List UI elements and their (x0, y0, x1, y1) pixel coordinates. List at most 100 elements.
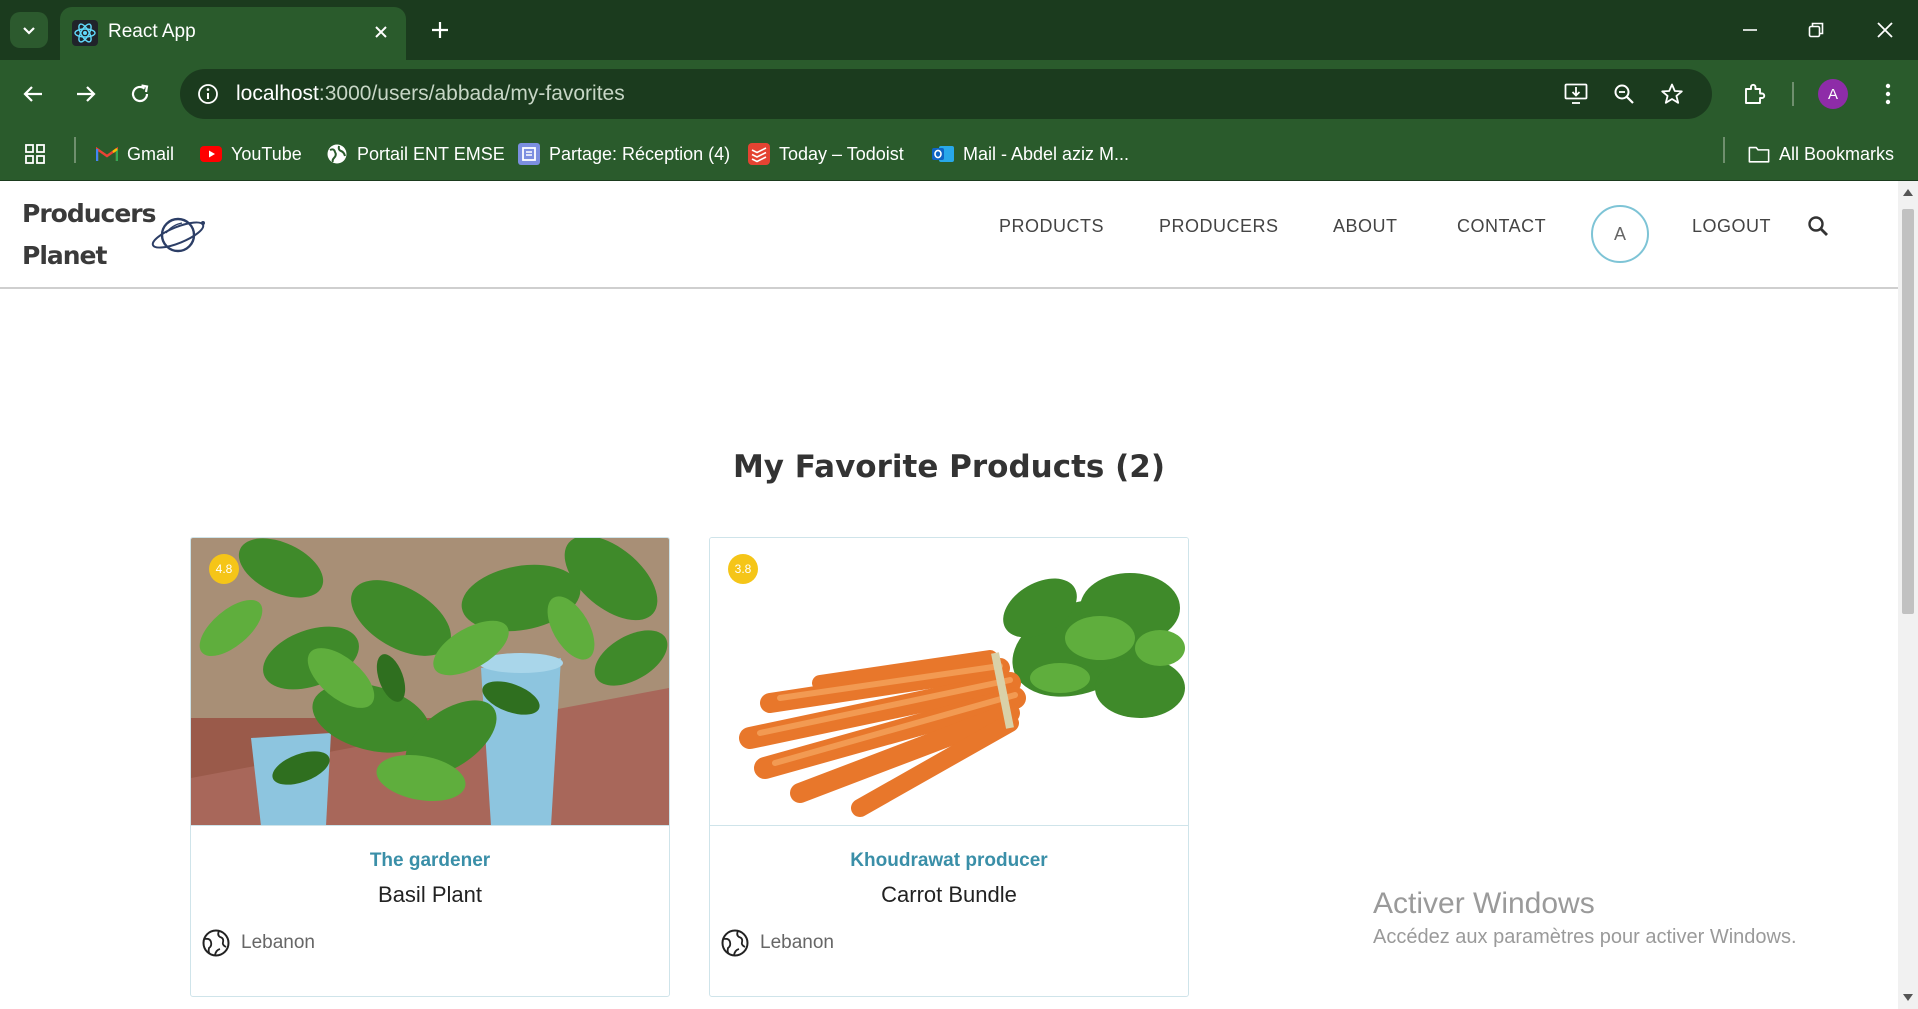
bookmark-label: Mail - Abdel aziz M... (963, 143, 1130, 164)
bookmark-youtube[interactable]: YouTube (200, 138, 302, 170)
youtube-icon (200, 143, 222, 165)
browser-toolbar: localhost:3000/users/abbada/my-favorites… (0, 60, 1918, 128)
location-text: Lebanon (760, 932, 834, 953)
product-name: Basil Plant (378, 882, 482, 907)
url-path: :3000/users/abbada/my-favorites (318, 82, 625, 105)
arrow-right-icon (77, 86, 96, 102)
menu-button[interactable] (1868, 74, 1908, 114)
url-text: localhost:3000/users/abbada/my-favorites (236, 82, 625, 106)
apps-button[interactable] (24, 138, 46, 170)
restore-icon (1808, 22, 1824, 38)
bookmarks-separator (1723, 137, 1725, 163)
gmail-icon (96, 143, 118, 165)
basil-plant-image (191, 538, 669, 825)
search-icon (1808, 216, 1828, 236)
bookmark-todoist[interactable]: Today – Todoist (748, 138, 904, 170)
plus-icon (432, 22, 448, 38)
planet-logo-icon (151, 217, 205, 253)
scrollbar-thumb[interactable] (1902, 209, 1914, 614)
nav-producers[interactable]: PRODUCERS (1159, 216, 1279, 237)
close-icon (375, 26, 387, 38)
product-card[interactable]: 4.8 The gardener Basil Plant Lebanon (190, 537, 670, 997)
windows-activation-subtitle: Accédez aux paramètres pour activer Wind… (1373, 926, 1797, 948)
minimize-icon (1743, 29, 1757, 31)
windows-activation-title: Activer Windows (1373, 887, 1595, 920)
rating-badge: 4.8 (209, 554, 239, 584)
new-tab-button[interactable] (424, 14, 456, 46)
globe-icon (326, 143, 348, 165)
star-icon (1661, 83, 1683, 104)
folder-icon (1748, 143, 1770, 165)
puzzle-icon (1745, 83, 1766, 104)
all-bookmarks-button[interactable]: All Bookmarks (1748, 138, 1894, 170)
close-icon (1877, 22, 1893, 38)
user-avatar[interactable]: A (1591, 205, 1649, 263)
site-logo-text[interactable]: Producers Planet (22, 193, 157, 277)
bookmark-label: Gmail (127, 143, 175, 164)
reload-icon (131, 84, 149, 103)
tab-react-app[interactable]: React App (60, 7, 406, 60)
install-icon (1564, 83, 1588, 104)
earth-icon (202, 929, 230, 957)
bookmark-label: Today – Todoist (779, 143, 904, 164)
install-app-button[interactable] (1560, 78, 1592, 110)
bookmark-star-button[interactable] (1656, 78, 1688, 110)
url-host: localhost (236, 82, 319, 105)
bookmark-outlook-mail[interactable]: Mail - Abdel aziz M... (932, 138, 1129, 170)
producer-link[interactable]: The gardener (191, 850, 669, 872)
extensions-button[interactable] (1734, 74, 1774, 114)
profile-avatar[interactable]: A (1818, 79, 1848, 109)
tab-close-button[interactable] (368, 19, 394, 45)
nav-logout[interactable]: LOGOUT (1692, 216, 1771, 237)
carrot-bundle-image (710, 538, 1188, 825)
bookmark-label: YouTube (231, 143, 302, 164)
product-image-basil[interactable]: 4.8 (191, 538, 669, 826)
location-text: Lebanon (241, 932, 315, 953)
partage-icon (518, 143, 540, 165)
restore-button[interactable] (1796, 10, 1836, 50)
product-card[interactable]: 3.8 Khoudrawat producer Carrot Bundle Le… (709, 537, 1189, 997)
product-name: Carrot Bundle (881, 882, 1017, 907)
info-icon (198, 84, 218, 104)
logo-line-2: Planet (22, 241, 107, 270)
scroll-up-arrow-icon[interactable] (1903, 189, 1913, 196)
more-vertical-icon (1885, 83, 1891, 105)
forward-button[interactable] (66, 74, 106, 114)
bookmark-gmail[interactable]: Gmail (96, 138, 174, 170)
producer-link[interactable]: Khoudrawat producer (710, 850, 1188, 872)
minimize-button[interactable] (1730, 10, 1770, 50)
tab-strip: React App (0, 0, 1918, 60)
product-image-carrot[interactable]: 3.8 (710, 538, 1188, 826)
bookmark-portail-ent[interactable]: Portail ENT EMSE (326, 138, 505, 170)
outlook-icon (932, 143, 954, 165)
site-info-button[interactable] (192, 78, 224, 110)
scroll-down-arrow-icon[interactable] (1903, 994, 1913, 1001)
zoom-button[interactable] (1608, 78, 1640, 110)
nav-about[interactable]: ABOUT (1333, 216, 1398, 237)
zoom-out-icon (1614, 84, 1634, 104)
tab-title: React App (108, 21, 196, 42)
site-header: Producers Planet PRODUCTS PRODUCERS ABOU… (0, 181, 1898, 289)
react-logo-icon (72, 20, 98, 46)
address-bar[interactable]: localhost:3000/users/abbada/my-favorites (180, 69, 1712, 119)
product-location: Lebanon (201, 928, 315, 958)
back-button[interactable] (13, 74, 53, 114)
bookmark-partage[interactable]: Partage: Réception (4) (518, 138, 730, 170)
chevron-down-icon (23, 27, 35, 35)
bookmark-label: Portail ENT EMSE (357, 143, 505, 164)
all-bookmarks-label: All Bookmarks (1779, 143, 1895, 164)
tab-search-button[interactable] (10, 12, 48, 48)
page-content: Producers Planet PRODUCTS PRODUCERS ABOU… (0, 181, 1898, 1009)
nav-products[interactable]: PRODUCTS (999, 216, 1104, 237)
reload-button[interactable] (120, 74, 160, 114)
site-search-button[interactable] (1804, 212, 1832, 240)
todoist-icon (748, 143, 770, 165)
page-title: My Favorite Products (2) (732, 449, 1166, 485)
close-window-button[interactable] (1865, 10, 1905, 50)
page-scrollbar[interactable] (1898, 181, 1918, 1009)
earth-icon (721, 929, 749, 957)
bookmark-label: Partage: Réception (4) (549, 143, 731, 164)
bookmarks-bar: Gmail YouTube Portail ENT EMSE Partage: … (0, 128, 1918, 181)
nav-contact[interactable]: CONTACT (1457, 216, 1546, 237)
logo-line-1: Producers (22, 199, 157, 228)
